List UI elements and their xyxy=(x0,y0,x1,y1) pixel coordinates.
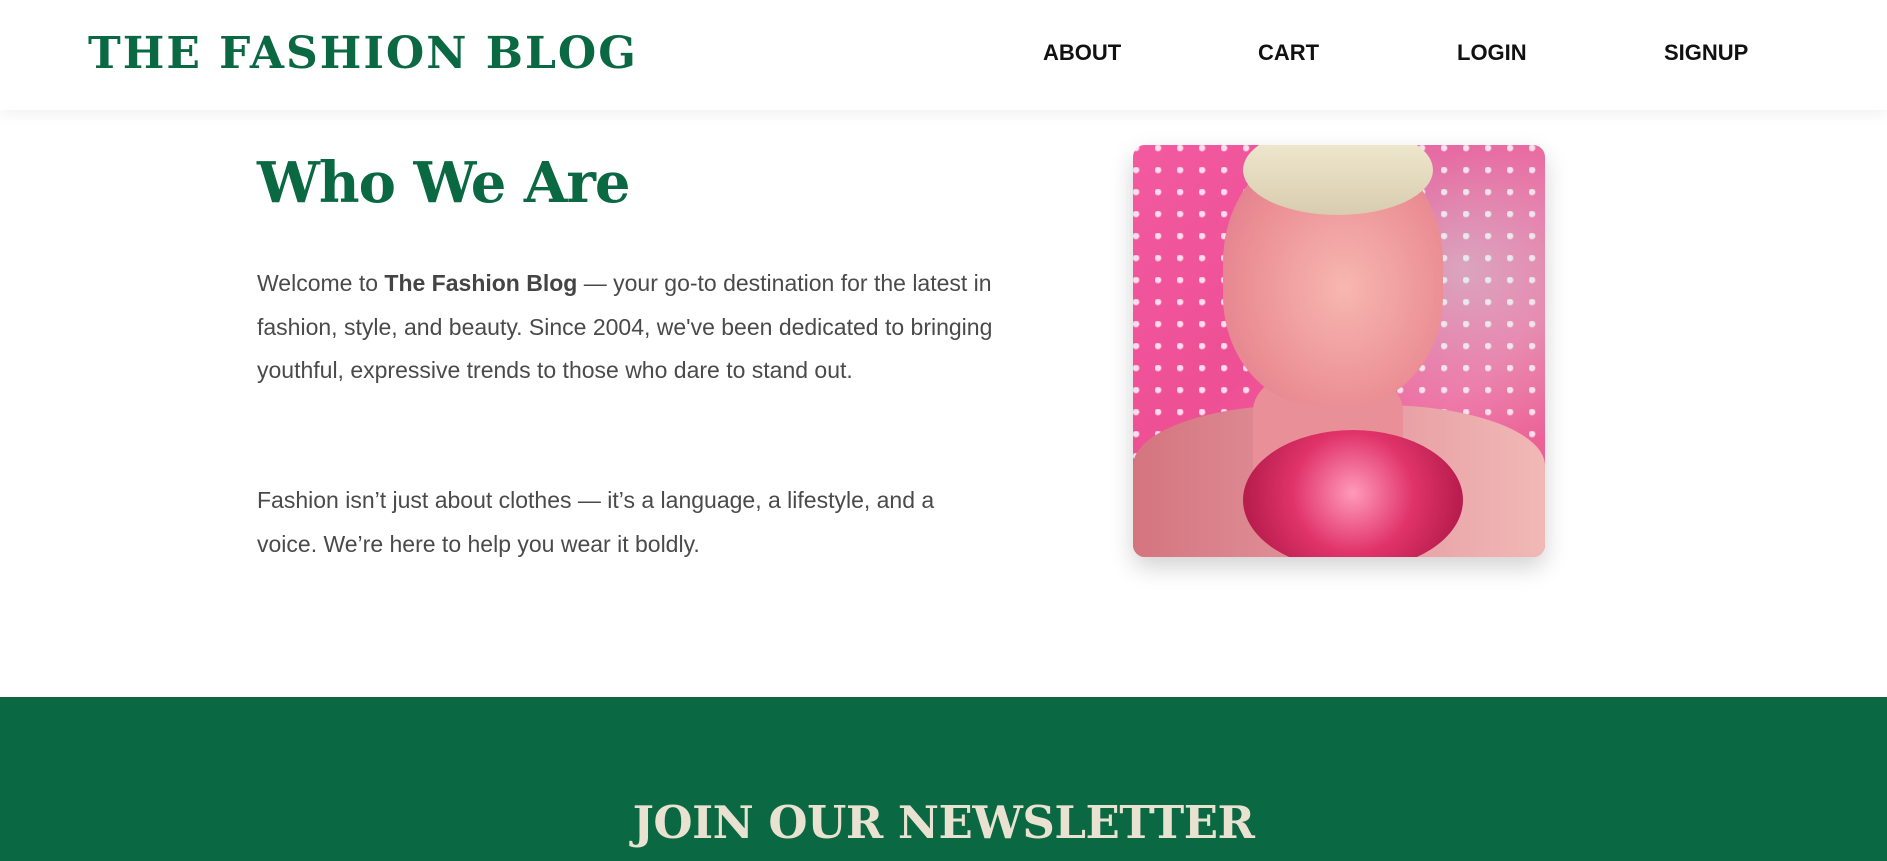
intro-brand-name: The Fashion Blog xyxy=(384,270,578,296)
nav-signup-link[interactable]: SIGNUP xyxy=(1664,40,1748,66)
nav-about-link[interactable]: ABOUT xyxy=(1043,40,1121,66)
about-photo xyxy=(1133,145,1545,557)
newsletter-section: JOIN OUR NEWSLETTER xyxy=(0,697,1887,861)
newsletter-title: JOIN OUR NEWSLETTER xyxy=(632,796,1255,849)
site-header: THE FASHION BLOG ABOUT CART LOGIN SIGNUP xyxy=(0,0,1887,110)
nav-login-link[interactable]: LOGIN xyxy=(1457,40,1527,66)
about-mission-paragraph: Fashion isn’t just about clothes — it’s … xyxy=(257,487,935,557)
about-heading: Who We Are xyxy=(257,150,630,216)
intro-prefix: Welcome to xyxy=(257,270,385,296)
about-intro-paragraph: Welcome to The Fashion Blog — your go-to… xyxy=(257,262,997,393)
about-section: Who We Are Welcome to The Fashion Blog —… xyxy=(0,110,1887,697)
main-nav: ABOUT CART LOGIN SIGNUP xyxy=(0,40,1887,70)
nav-cart-link[interactable]: CART xyxy=(1258,40,1319,66)
photo-flower xyxy=(1243,430,1463,557)
